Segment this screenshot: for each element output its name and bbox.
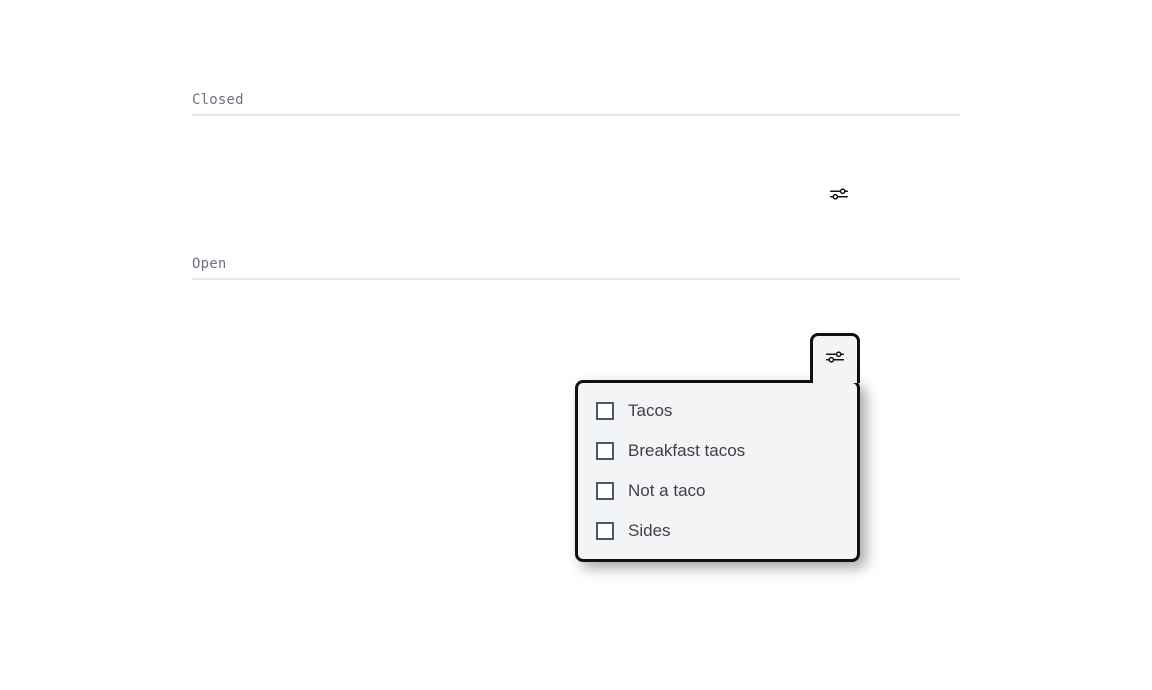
filter-option-label: Breakfast tacos <box>628 441 745 461</box>
filter-option-label: Not a taco <box>628 481 706 501</box>
section-heading-closed: Closed <box>192 92 960 108</box>
filter-button-closed[interactable] <box>825 180 853 208</box>
filter-option[interactable]: Tacos <box>578 391 857 431</box>
sliders-icon <box>828 183 850 205</box>
checkbox-icon <box>596 522 614 540</box>
example-stage: Closed Open <box>0 0 1152 690</box>
checkbox-icon <box>596 402 614 420</box>
sliders-icon <box>824 346 846 373</box>
divider <box>192 114 960 116</box>
filter-option[interactable]: Breakfast tacos <box>578 431 857 471</box>
filter-option-label: Sides <box>628 521 671 541</box>
section-heading-open: Open <box>192 256 960 272</box>
divider <box>192 278 960 280</box>
filter-option[interactable]: Not a taco <box>578 471 857 511</box>
filter-option-label: Tacos <box>628 401 672 421</box>
checkbox-icon <box>596 442 614 460</box>
filter-option[interactable]: Sides <box>578 511 857 551</box>
filter-button-open[interactable] <box>810 333 860 383</box>
filter-menu: Tacos Breakfast tacos Not a taco Sides <box>575 380 860 562</box>
checkbox-icon <box>596 482 614 500</box>
